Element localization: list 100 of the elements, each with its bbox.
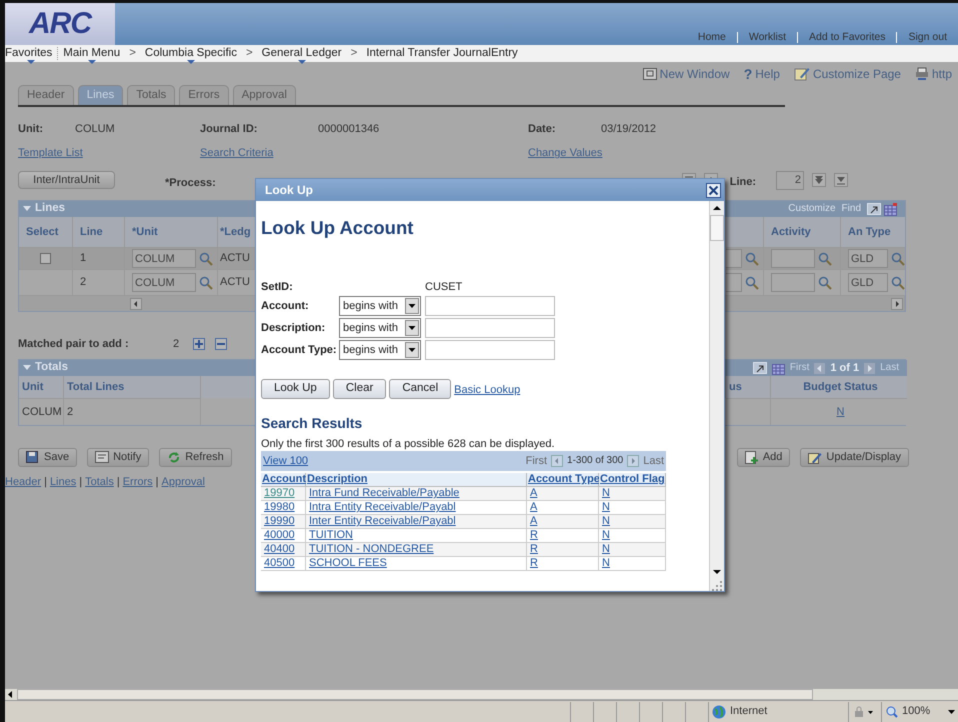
column-header-link[interactable]: Control Flag xyxy=(600,473,665,486)
grid-icon[interactable] xyxy=(772,362,785,375)
checkbox[interactable] xyxy=(40,253,51,264)
last-label: Last xyxy=(643,454,664,468)
column-header: us xyxy=(726,376,771,398)
an-type-field[interactable]: GLD xyxy=(848,249,888,268)
column-header: Budget Status xyxy=(771,376,907,398)
search-icon[interactable] xyxy=(199,252,213,266)
flag-value-link[interactable]: N xyxy=(602,543,610,556)
type-code-link[interactable]: A xyxy=(530,515,538,528)
scrollbar-thumb[interactable] xyxy=(710,215,724,241)
results-note: Only the first 300 results of a possible 628 can be displayed. xyxy=(261,438,556,452)
inter-intra-unit-button[interactable]: Inter/IntraUnit xyxy=(18,171,115,190)
last-label: Last xyxy=(880,362,899,374)
breadcrumb-menu[interactable]: General Ledger xyxy=(256,46,347,60)
search-icon[interactable] xyxy=(745,276,759,290)
dialog-button[interactable]: Look Up xyxy=(261,379,330,400)
search-icon[interactable] xyxy=(818,252,832,266)
scroll-left-icon[interactable] xyxy=(130,298,142,310)
zoom-grid-icon[interactable] xyxy=(867,203,881,216)
caret-icon[interactable] xyxy=(948,710,956,714)
activity-field[interactable] xyxy=(771,273,815,292)
column-header-link[interactable]: Account Type xyxy=(528,473,600,486)
activity-field[interactable] xyxy=(771,249,815,268)
next-icon[interactable] xyxy=(864,362,876,374)
unit-field[interactable]: COLUM xyxy=(132,273,196,292)
close-icon[interactable] xyxy=(706,182,721,198)
zoom-control[interactable]: 100% xyxy=(886,704,930,718)
process-label: *Process: xyxy=(165,176,216,190)
flag-value-link[interactable]: N xyxy=(602,557,610,570)
view-all-link[interactable]: View 100 xyxy=(263,454,308,468)
grid-title: Lines xyxy=(35,202,66,216)
top-nav-link[interactable]: Add to Favorites xyxy=(797,32,896,43)
search-icon[interactable] xyxy=(891,276,905,290)
scrollbar-thumb[interactable] xyxy=(17,689,813,700)
action-button[interactable]: Notify xyxy=(87,448,150,468)
search-icon[interactable] xyxy=(745,252,759,266)
next-icon[interactable] xyxy=(627,455,640,468)
account-name-link[interactable]: TUITION xyxy=(309,529,353,542)
refresh-icon xyxy=(167,451,182,464)
breadcrumb-separator: > xyxy=(244,46,254,60)
collapse-icon[interactable] xyxy=(23,206,32,212)
dialog-title: Look Up xyxy=(265,182,313,198)
action-button[interactable]: Refresh xyxy=(159,448,232,468)
type-code-link[interactable]: A xyxy=(530,487,538,500)
column-header: Line xyxy=(73,217,125,248)
top-nav-link[interactable]: Sign out xyxy=(896,32,958,43)
breadcrumb-menu[interactable]: Columbia Specific xyxy=(140,46,242,60)
field-label: SetID: xyxy=(261,281,294,294)
dialog-button[interactable]: Cancel xyxy=(389,379,452,400)
operator-select[interactable]: begins with xyxy=(339,296,421,316)
zoom-grid-icon[interactable] xyxy=(752,362,767,374)
flag-value-link[interactable]: N xyxy=(602,487,610,500)
breadcrumb-menu[interactable]: Main Menu xyxy=(58,46,126,60)
field-value: 03/19/2012 xyxy=(601,123,658,136)
delete-row-icon[interactable] xyxy=(215,338,228,350)
type-code-link[interactable]: R xyxy=(530,529,538,542)
unit-field[interactable]: COLUM xyxy=(132,249,196,268)
search-field[interactable] xyxy=(425,318,555,338)
resize-grip-icon[interactable] xyxy=(710,579,724,591)
dialog-button[interactable]: Clear xyxy=(332,379,386,400)
add-row-icon[interactable] xyxy=(193,338,206,350)
search-field[interactable] xyxy=(425,296,555,316)
operator-select[interactable]: begins with xyxy=(339,318,421,338)
previous-icon[interactable] xyxy=(551,455,564,468)
line-field[interactable]: 2 xyxy=(776,170,804,190)
field-label: Journal ID: xyxy=(200,123,258,136)
action-button[interactable]: Update/Display xyxy=(800,448,909,468)
flag-value-link[interactable]: N xyxy=(602,515,610,528)
input-field[interactable] xyxy=(726,249,742,268)
scroll-right-icon[interactable] xyxy=(891,298,903,310)
search-icon[interactable] xyxy=(199,276,213,290)
search-icon[interactable] xyxy=(891,252,905,266)
basic-lookup-link[interactable]: Basic Lookup xyxy=(454,384,520,398)
breadcrumb-current[interactable]: Internal Transfer JournalEntry xyxy=(361,46,523,60)
column-header-link[interactable]: Account xyxy=(262,473,306,486)
search-icon[interactable] xyxy=(818,276,832,290)
account-name-link[interactable]: Intra Entity Receivable/Payabl xyxy=(309,501,456,514)
field-label: Account: xyxy=(261,300,310,313)
input-field[interactable] xyxy=(726,273,742,292)
lock-dropdown-icon[interactable] xyxy=(852,706,876,718)
top-nav-link[interactable]: Worklist xyxy=(736,32,798,43)
flag-value-link[interactable]: N xyxy=(602,501,610,514)
previous-icon[interactable] xyxy=(814,362,826,374)
type-code-link[interactable]: A xyxy=(530,501,538,514)
field-label: Date: xyxy=(528,123,557,136)
type-code-link[interactable]: R xyxy=(530,557,538,570)
an-type-field[interactable]: GLD xyxy=(848,273,888,292)
top-nav-link[interactable]: Home xyxy=(686,32,737,43)
action-button[interactable]: Add xyxy=(736,448,790,468)
flag-value-link[interactable]: N xyxy=(602,529,610,542)
account-name-link[interactable]: SCHOOL FEES xyxy=(309,557,387,570)
search-field[interactable] xyxy=(425,340,555,360)
jump-bottom-icon[interactable] xyxy=(834,173,848,188)
column-header: Unit xyxy=(19,376,64,398)
action-button[interactable]: Save xyxy=(18,448,78,468)
arrow-down-icon[interactable] xyxy=(812,173,826,188)
collapse-icon[interactable] xyxy=(23,365,32,372)
operator-select[interactable]: begins with xyxy=(339,340,421,360)
type-code-link[interactable]: R xyxy=(530,543,538,556)
